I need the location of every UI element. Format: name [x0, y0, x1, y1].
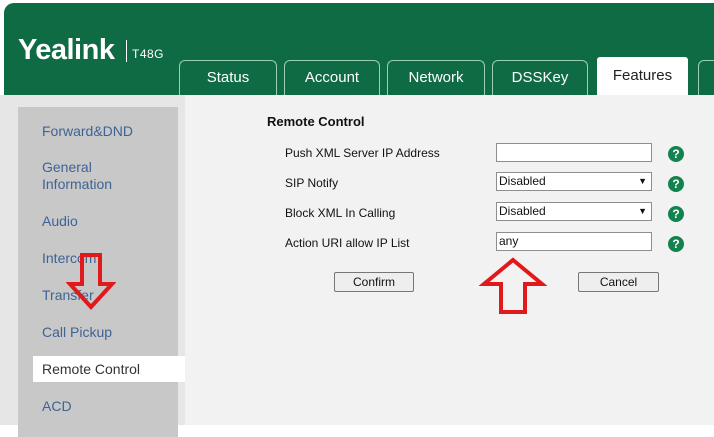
arrow-up-icon	[478, 257, 548, 314]
confirm-button[interactable]: Confirm	[334, 272, 414, 292]
sidebar-item-forward-dnd[interactable]: Forward&DND	[42, 123, 133, 140]
help-icon[interactable]: ?	[668, 146, 684, 162]
sidebar-item-call-pickup[interactable]: Call Pickup	[42, 324, 112, 341]
tab-status[interactable]: Status	[179, 60, 277, 95]
logo-separator	[126, 40, 127, 62]
block-xml-select[interactable]: Disabled ▼	[496, 202, 652, 221]
sip-notify-label: SIP Notify	[285, 176, 339, 190]
model-label: T48G	[132, 47, 165, 61]
section-title: Remote Control	[267, 114, 365, 129]
header: Yealink T48G Status Account Network DSSK…	[0, 0, 714, 96]
tab-network[interactable]: Network	[387, 60, 485, 95]
dropdown-arrow-icon: ▼	[638, 176, 647, 186]
action-uri-input[interactable]: any	[496, 232, 652, 251]
sidebar-item-acd[interactable]: ACD	[42, 398, 72, 415]
sip-notify-select[interactable]: Disabled ▼	[496, 172, 652, 191]
tab-more[interactable]	[698, 60, 714, 95]
block-xml-value: Disabled	[499, 204, 546, 218]
cancel-button[interactable]: Cancel	[578, 272, 659, 292]
tab-features[interactable]: Features	[594, 54, 691, 96]
sidebar-item-remote-control[interactable]: Remote Control	[33, 356, 186, 382]
block-xml-label: Block XML In Calling	[285, 206, 396, 220]
sidebar-item-audio[interactable]: Audio	[42, 213, 78, 230]
help-icon[interactable]: ?	[668, 236, 684, 252]
help-icon[interactable]: ?	[668, 176, 684, 192]
sidebar-item-general-information[interactable]: General Information	[42, 159, 142, 193]
help-icon[interactable]: ?	[668, 206, 684, 222]
brand-logo: Yealink	[18, 34, 115, 66]
tab-account[interactable]: Account	[284, 60, 380, 95]
dropdown-arrow-icon: ▼	[638, 206, 647, 216]
action-uri-label: Action URI allow IP List	[285, 236, 410, 250]
tab-dsskey[interactable]: DSSKey	[492, 60, 588, 95]
push-xml-server-input[interactable]	[496, 143, 652, 162]
sip-notify-value: Disabled	[499, 174, 546, 188]
arrow-down-icon	[66, 253, 116, 310]
push-xml-server-label: Push XML Server IP Address	[285, 146, 440, 160]
